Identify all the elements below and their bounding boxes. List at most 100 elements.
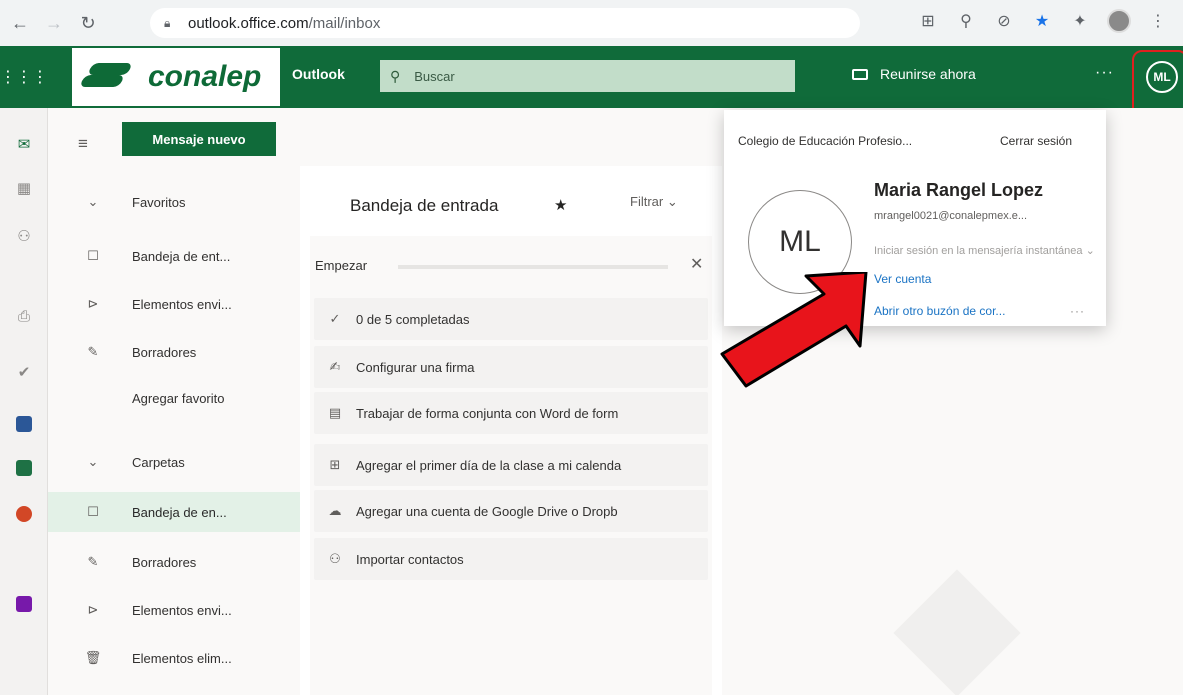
extensions-icon[interactable]: ✦: [1069, 10, 1091, 32]
folder-label: Carpetas: [132, 454, 185, 470]
calendar-icon[interactable]: ▦: [0, 172, 48, 204]
browser-profile-avatar[interactable]: [1107, 9, 1131, 33]
get-started-title: Empezar: [315, 258, 368, 273]
check-icon: ✓: [329, 311, 341, 326]
folders-header[interactable]: ⌄ Carpetas: [48, 442, 300, 482]
inbox-icon: ☐: [87, 504, 99, 519]
header-more-icon[interactable]: ···: [1095, 64, 1114, 82]
lock-icon: 🔒︎: [164, 16, 171, 30]
calendar-add-icon: ⊞: [329, 457, 341, 472]
eye-off-icon[interactable]: ⊘: [993, 10, 1015, 32]
mail-icon[interactable]: ✉: [0, 128, 48, 160]
chevron-down-icon: ⌄: [87, 194, 99, 209]
install-icon[interactable]: ⊞: [917, 10, 939, 32]
filter-button[interactable]: Filtrar ⌄: [630, 194, 678, 210]
attachment-icon[interactable]: ⎙: [0, 300, 48, 332]
account-name: Maria Rangel Lopez: [874, 180, 1044, 200]
address-bar[interactable]: 🔒︎ outlook.office.com/mail/inbox: [150, 8, 860, 38]
people-icon[interactable]: ⚇: [0, 220, 48, 252]
outlook-header: ⋮⋮⋮ conalep Outlook ⚲ Buscar Reunirse ah…: [0, 46, 1183, 108]
task-label: 0 de 5 completadas: [356, 311, 470, 327]
task-item[interactable]: ☁ Agregar una cuenta de Google Drive o D…: [314, 490, 708, 532]
browser-menu-icon[interactable]: ⋮: [1147, 10, 1169, 32]
view-account-link[interactable]: Ver cuenta: [874, 272, 931, 286]
sign-out-link[interactable]: Cerrar sesión: [1000, 134, 1072, 148]
folder-item-deleted[interactable]: 🗑 Elementos elim...: [48, 638, 300, 678]
task-item[interactable]: ✍ Configurar una firma: [314, 346, 708, 388]
folder-label: Borradores: [132, 554, 197, 570]
folder-label: Elementos envi...: [132, 296, 232, 312]
document-icon: ▤: [328, 405, 342, 420]
folder-item-drafts[interactable]: ✎ Borradores: [48, 542, 300, 582]
signature-icon: ✍: [329, 359, 341, 374]
word-icon[interactable]: [0, 408, 48, 440]
favorites-header[interactable]: ⌄ Favoritos: [48, 182, 300, 222]
folder-item-inbox-fav[interactable]: ☐ Bandeja de ent...: [48, 236, 300, 276]
task-item[interactable]: ⊞ Agregar el primer día de la clase a mi…: [314, 444, 708, 486]
favorite-star-icon[interactable]: ★: [554, 196, 567, 214]
empty-state-illustration: [893, 569, 1021, 695]
folder-item-sent[interactable]: ⊳ Elementos envi...: [48, 590, 300, 630]
open-other-mailbox-link[interactable]: Abrir otro buzón de cor...: [874, 304, 1005, 318]
back-icon[interactable]: ←: [6, 9, 34, 37]
task-label: Configurar una firma: [356, 359, 475, 375]
folder-pane: ≡ Mensaje nuevo ⌄ Favoritos ☐ Bandeja de…: [48, 108, 300, 695]
progress-bar: [398, 265, 668, 269]
chevron-down-icon: ⌄: [87, 454, 99, 469]
inbox-title: Bandeja de entrada: [350, 196, 499, 215]
message-list: Bandeja de entrada ★ Filtrar ⌄ Empezar ✕…: [300, 166, 722, 695]
folder-label: Bandeja de en...: [132, 504, 227, 520]
task-label: Agregar el primer día de la clase a mi c…: [356, 457, 622, 473]
task-item: ✓ 0 de 5 completadas: [314, 298, 708, 340]
search-icon: ⚲: [390, 67, 401, 84]
task-label: Agregar una cuenta de Google Drive o Dro…: [356, 503, 618, 519]
browser-toolbar: ← → ↻ 🔒︎ outlook.office.com/mail/inbox ⊞…: [0, 0, 1183, 46]
hamburger-menu-icon[interactable]: ≡: [78, 134, 88, 154]
search-box[interactable]: ⚲ Buscar: [380, 60, 795, 92]
onenote-icon[interactable]: [0, 588, 48, 620]
folder-label: Elementos elim...: [132, 650, 232, 666]
folder-label: Borradores: [132, 344, 197, 360]
contacts-icon: ⚇: [329, 551, 341, 566]
pencil-icon: ✎: [87, 554, 99, 569]
folder-label: Favoritos: [132, 194, 186, 210]
add-favorite-link[interactable]: Agregar favorito: [48, 378, 300, 418]
task-item[interactable]: ⚇ Importar contactos: [314, 538, 708, 580]
search-placeholder: Buscar: [414, 68, 455, 84]
folder-item-sent-fav[interactable]: ⊳ Elementos envi...: [48, 284, 300, 324]
close-icon[interactable]: ✕: [690, 254, 703, 274]
message-list-header: Bandeja de entrada ★ Filtrar ⌄: [300, 166, 722, 224]
app-launcher-icon[interactable]: ⋮⋮⋮: [0, 46, 48, 108]
folder-item-inbox[interactable]: ☐ Bandeja de en...: [48, 492, 300, 532]
excel-icon[interactable]: [0, 452, 48, 484]
reload-icon[interactable]: ↻: [74, 9, 102, 37]
trash-icon: 🗑: [84, 650, 102, 665]
bookmark-star-icon[interactable]: ★: [1031, 10, 1053, 32]
task-label: Importar contactos: [356, 551, 464, 567]
powerpoint-icon[interactable]: [0, 498, 48, 530]
video-camera-icon: [852, 68, 868, 80]
folder-label: Elementos envi...: [132, 602, 232, 618]
new-message-button[interactable]: Mensaje nuevo: [122, 122, 276, 156]
folder-item-drafts-fav[interactable]: ✎ Borradores: [48, 332, 300, 372]
todo-icon[interactable]: ✔: [0, 356, 48, 388]
folder-label: Bandeja de ent...: [132, 248, 231, 264]
annotation-arrow: [720, 272, 868, 388]
app-rail: ✉ ▦ ⚇ ⎙ ✔: [0, 108, 48, 695]
send-icon: ⊳: [87, 602, 99, 617]
meet-now-button[interactable]: Reunirse ahora: [852, 66, 976, 82]
url-path: /mail/inbox: [308, 14, 381, 32]
account-email: mrangel0021@conalepmex.e...: [874, 210, 1028, 222]
folder-label: Agregar favorito: [132, 390, 225, 406]
inbox-icon: ☐: [87, 248, 99, 263]
organization-name: Colegio de Educación Profesio...: [738, 134, 913, 148]
app-name[interactable]: Outlook: [292, 66, 345, 82]
task-item[interactable]: ▤ Trabajar de forma conjunta con Word de…: [314, 392, 708, 434]
forward-icon[interactable]: →: [40, 9, 68, 37]
cloud-icon: ☁: [328, 503, 342, 518]
get-started-panel: Empezar ✕ ✓ 0 de 5 completadas ✍ Configu…: [310, 236, 712, 695]
popup-more-icon[interactable]: ···: [1070, 304, 1085, 318]
conalep-logo[interactable]: conalep: [72, 48, 280, 106]
zoom-icon[interactable]: ⚲: [955, 10, 977, 32]
im-signin-link[interactable]: Iniciar sesión en la mensajería instantá…: [874, 244, 1095, 257]
